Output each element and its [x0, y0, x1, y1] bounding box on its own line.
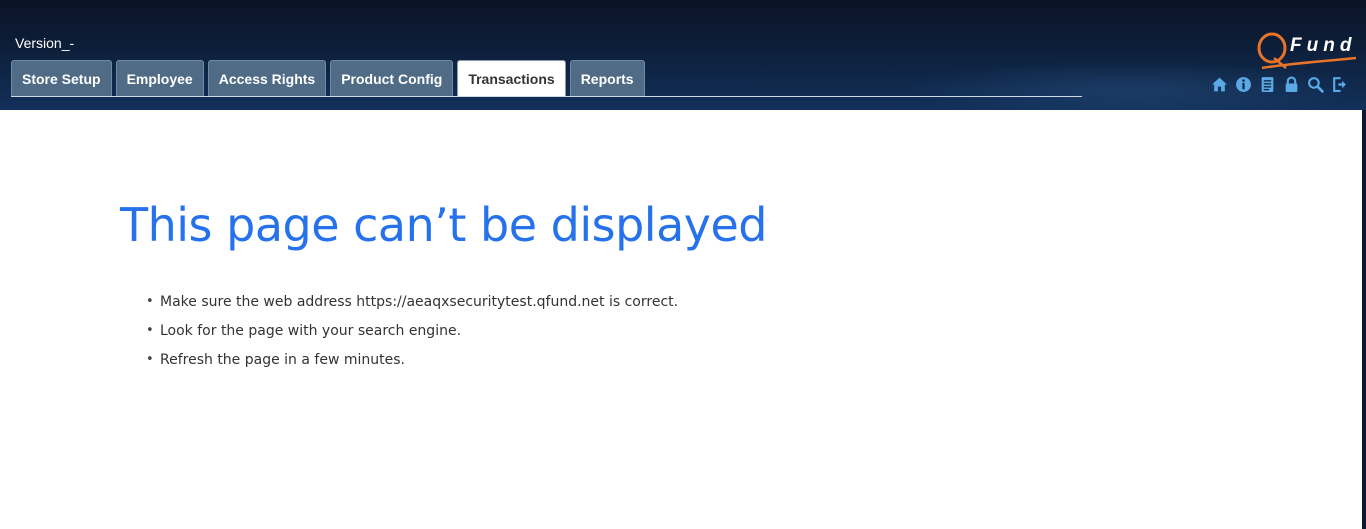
tab-employee[interactable]: Employee — [115, 60, 204, 96]
error-page: This page can’t be displayed • Make sure… — [0, 110, 1362, 529]
document-icon[interactable] — [1258, 75, 1276, 93]
suggestion-item: • Make sure the web address https://aeaq… — [146, 292, 678, 321]
home-icon[interactable] — [1210, 75, 1228, 93]
bullet: • — [146, 352, 154, 367]
qfund-logo: Fund — [1257, 32, 1357, 70]
logo-text: Fund — [1290, 35, 1356, 56]
tab-transactions[interactable]: Transactions — [457, 60, 566, 96]
app-header: Version_- Store Setup Employee Access Ri… — [0, 0, 1366, 110]
suggestion-text: Refresh the page in a few minutes. — [160, 352, 405, 368]
tab-underline — [11, 96, 1082, 97]
info-icon[interactable] — [1234, 75, 1252, 93]
suggestion-text: Make sure the web address https://aeaqxs… — [160, 294, 679, 310]
main-tabs: Store Setup Employee Access Rights Produ… — [11, 60, 645, 96]
logout-icon[interactable] — [1330, 75, 1348, 93]
right-edge-bar — [1362, 110, 1366, 529]
search-icon[interactable] — [1306, 75, 1324, 93]
suggestion-text: Look for the page with your search engin… — [160, 323, 462, 339]
bullet: • — [146, 294, 154, 309]
version-label: Version_- — [15, 35, 75, 51]
tab-reports[interactable]: Reports — [569, 60, 645, 96]
suggestion-item: • Look for the page with your search eng… — [146, 321, 678, 350]
bullet: • — [146, 323, 154, 338]
tab-access-rights[interactable]: Access Rights — [207, 60, 327, 96]
suggestion-item: • Refresh the page in a few minutes. — [146, 350, 678, 379]
toolbar-icons — [1210, 75, 1348, 93]
tab-store-setup[interactable]: Store Setup — [11, 60, 112, 96]
suggestion-list: • Make sure the web address https://aeaq… — [146, 292, 678, 379]
tab-product-config[interactable]: Product Config — [330, 60, 454, 96]
error-title: This page can’t be displayed — [120, 198, 768, 252]
lock-icon[interactable] — [1282, 75, 1300, 93]
